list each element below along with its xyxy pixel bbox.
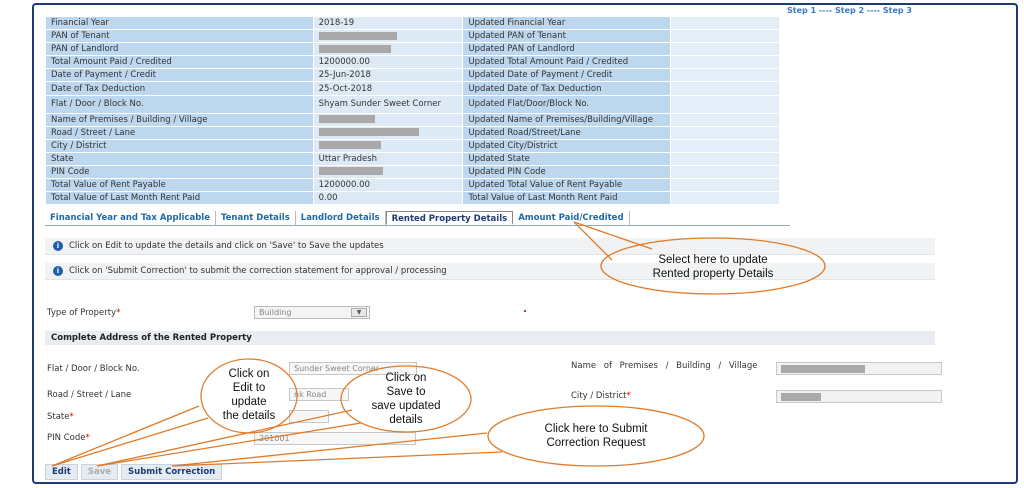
- callout-pointer-submit: [171, 451, 503, 467]
- callout-overlay: [51, 221, 826, 467]
- callout-text-edit: Click on Edit to update the details: [222, 368, 276, 422]
- callout-text-save: Click on Save to save updated details: [371, 372, 441, 426]
- callout-text-submit: Click here to Submit Correction Request: [544, 423, 648, 449]
- callout-text-rented: Select here to update Rented property De…: [652, 254, 774, 280]
- callout-pointer-edit: [51, 405, 200, 467]
- callout-pointer-rented: [573, 221, 613, 261]
- callout-pointer-submit: [171, 432, 488, 467]
